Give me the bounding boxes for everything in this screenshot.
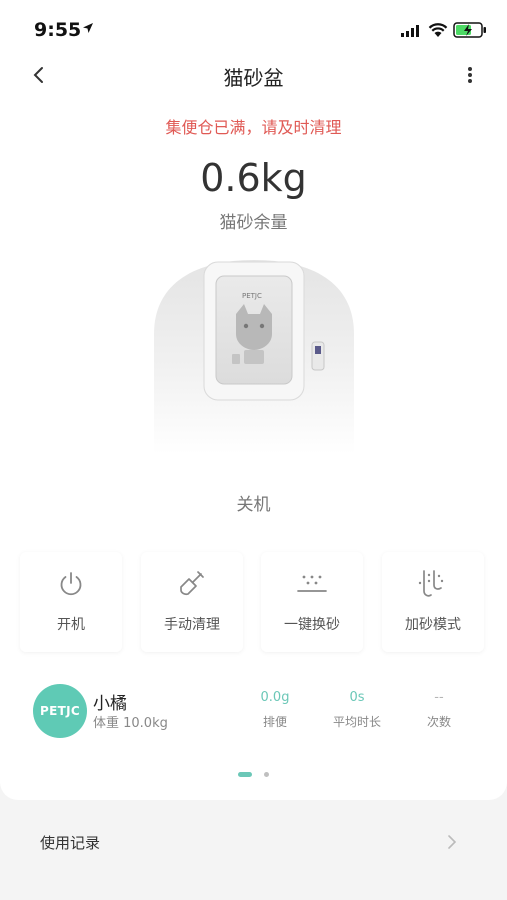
poop-weight-value: 0.0g: [260, 690, 290, 705]
status-time: 9:55: [34, 19, 82, 41]
cellular-signal-icon: [401, 25, 419, 37]
status-bar: 9:55: [0, 0, 507, 60]
visit-count-value: --: [434, 690, 444, 705]
bin-full-alert: 集便仓已满，请及时清理: [165, 118, 342, 137]
avg-duration-value: 0s: [349, 690, 365, 705]
battery-charging-icon: [453, 22, 486, 38]
sand-change-icon: [261, 564, 363, 604]
power-on-button[interactable]: 开机: [20, 552, 122, 652]
add-sand-mode-button[interactable]: 加砂模式: [382, 552, 484, 652]
wifi-icon: [428, 23, 448, 37]
litter-box-device-image: PETJC: [154, 260, 354, 454]
page-title: 猫砂盆: [223, 66, 284, 90]
device-power-status: 关机: [236, 495, 271, 515]
device-brand-text: PETJC: [242, 292, 262, 300]
shovel-icon: [141, 564, 243, 604]
usage-records-label: 使用记录: [40, 834, 101, 852]
pet-avatar[interactable]: PETJC: [33, 684, 87, 738]
litter-weight-label: 猫砂余量: [219, 213, 288, 233]
usage-records-row[interactable]: 使用记录: [0, 812, 507, 872]
page-dot[interactable]: [264, 772, 269, 777]
manual-clean-label: 手动清理: [164, 617, 220, 633]
avg-duration-label: 平均时长: [332, 715, 381, 729]
visit-count-label: 次数: [426, 715, 451, 729]
pet-avatar-text: PETJC: [40, 704, 80, 718]
page-dot-active[interactable]: [238, 772, 252, 777]
location-arrow-icon: [83, 23, 93, 33]
pet-weight: 体重 10.0kg: [93, 716, 168, 731]
power-on-label: 开机: [57, 617, 85, 633]
change-sand-button[interactable]: 一键换砂: [261, 552, 363, 652]
more-vertical-icon[interactable]: [462, 64, 478, 86]
manual-clean-button[interactable]: 手动清理: [141, 552, 243, 652]
chevron-right-icon: [448, 835, 457, 849]
power-icon: [20, 564, 122, 604]
poop-weight-label: 排便: [262, 715, 287, 729]
add-sand-icon: [382, 564, 484, 604]
change-sand-label: 一键换砂: [284, 617, 340, 633]
add-sand-mode-label: 加砂模式: [405, 617, 461, 633]
litter-weight-value: 0.6kg: [200, 156, 307, 200]
pet-name: 小橘: [93, 694, 127, 714]
